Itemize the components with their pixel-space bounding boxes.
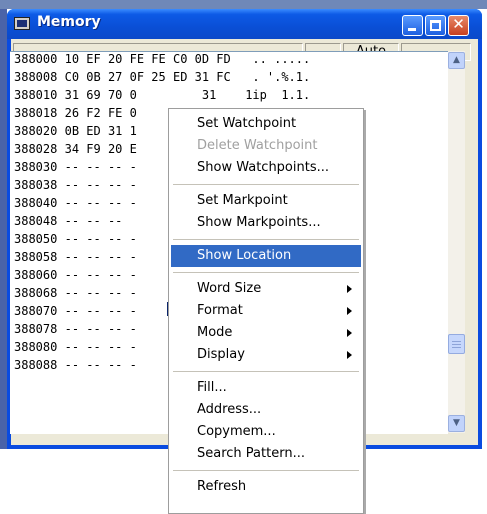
- memory-row-data: C0 0B 27 0F 25 ED 31 FC . '.%.1.: [64, 70, 311, 84]
- memory-row-data: 10 EF 20 FE FE C0 0D FD .. .....: [64, 52, 311, 66]
- title-bar[interactable]: Memory ✕: [7, 9, 482, 39]
- minimize-button[interactable]: [402, 15, 423, 36]
- maximize-button[interactable]: [425, 15, 446, 36]
- menu-item-delete-watchpoint[interactable]: Delete Watchpoint: [171, 135, 361, 157]
- memory-row-address: 388028: [14, 142, 58, 156]
- memory-row-address: 388020: [14, 124, 58, 138]
- thumb-grip-icon: [452, 341, 461, 342]
- scroll-up-button[interactable]: ▲: [448, 52, 465, 69]
- memory-row-address: 388078: [14, 322, 58, 336]
- menu-separator: [173, 470, 359, 471]
- close-icon: ✕: [452, 15, 465, 33]
- scroll-up-icon: ▲: [453, 55, 460, 65]
- memory-row-address: 388018: [14, 106, 58, 120]
- menu-item-fill[interactable]: Fill...: [171, 377, 361, 399]
- menu-item-set-watchpoint[interactable]: Set Watchpoint: [171, 113, 361, 135]
- menu-item-address[interactable]: Address...: [171, 399, 361, 421]
- maximize-icon: [430, 20, 441, 31]
- submenu-arrow-icon: [347, 344, 355, 366]
- menu-item-mode[interactable]: Mode: [171, 322, 361, 344]
- menu-item-label: Address...: [197, 402, 262, 417]
- menu-item-label: Set Watchpoint: [197, 116, 297, 131]
- menu-item-show-watchpoints[interactable]: Show Watchpoints...: [171, 157, 361, 179]
- memory-row-data: 31 69 70 0 31 1ip 1.1.: [64, 88, 311, 102]
- memory-row-address: 388038: [14, 178, 58, 192]
- memory-row-address: 388050: [14, 232, 58, 246]
- submenu-arrow-icon: [347, 322, 355, 344]
- menu-separator: [173, 239, 359, 240]
- memory-row-address: 388070: [14, 304, 58, 318]
- memory-row-address: 388068: [14, 286, 58, 300]
- menu-item-refresh[interactable]: Refresh: [171, 476, 361, 498]
- menu-item-label: Fill...: [197, 380, 227, 395]
- menu-item-format[interactable]: Format: [171, 300, 361, 322]
- scroll-thumb[interactable]: [448, 334, 465, 354]
- memory-row-address: 388030: [14, 160, 58, 174]
- menu-item-label: Refresh: [197, 479, 247, 494]
- menu-item-label: Show Watchpoints...: [197, 160, 330, 175]
- menu-item-label: Show Markpoints...: [197, 215, 321, 230]
- memory-row-address: 388058: [14, 250, 58, 264]
- context-menu: Set Watchpoint Delete Watchpoint Show Watc…: [168, 108, 364, 514]
- memory-row-address: 388040: [14, 196, 58, 210]
- menu-item-label: Search Pattern...: [197, 446, 305, 461]
- menu-item-copymem[interactable]: Copymem...: [171, 421, 361, 443]
- menu-item-label: Mode: [197, 325, 233, 340]
- memory-row-address: 388010: [14, 88, 58, 102]
- menu-item-label: Show Location: [197, 248, 292, 263]
- close-button[interactable]: ✕: [448, 15, 469, 36]
- memory-window-icon[interactable]: [14, 17, 30, 30]
- menu-separator: [173, 184, 359, 185]
- thumb-grip-icon: [452, 347, 461, 348]
- memory-row[interactable]: 388010 31 69 70 0 31 1ip 1.1.: [14, 88, 310, 106]
- desktop-edge: [0, 9, 7, 449]
- memory-row[interactable]: 388000 10 EF 20 FE FE C0 0D FD .. .....: [14, 52, 310, 70]
- menu-item-label: Word Size: [197, 281, 262, 296]
- menu-item-label: Delete Watchpoint: [197, 138, 318, 153]
- memory-row[interactable]: 388008 C0 0B 27 0F 25 ED 31 FC . '.%.1.: [14, 70, 310, 88]
- memory-row-address: 388048: [14, 214, 58, 228]
- menu-item-search-pattern[interactable]: Search Pattern...: [171, 443, 361, 465]
- submenu-arrow-icon: [347, 300, 355, 322]
- submenu-arrow-icon: [347, 278, 355, 300]
- thumb-grip-icon: [452, 344, 461, 345]
- menu-separator: [173, 371, 359, 372]
- vertical-scrollbar[interactable]: ▲ ▼: [448, 51, 465, 433]
- menu-item-show-markpoints[interactable]: Show Markpoints...: [171, 212, 361, 234]
- desktop-background: [0, 0, 487, 9]
- menu-item-label: Copymem...: [197, 424, 276, 439]
- menu-item-word-size[interactable]: Word Size: [171, 278, 361, 300]
- minimize-icon: [408, 28, 416, 31]
- scroll-down-icon: ▼: [453, 418, 460, 428]
- menu-item-label: Format: [197, 303, 243, 318]
- window-title: Memory: [37, 14, 101, 30]
- memory-row-address: 388008: [14, 70, 58, 84]
- memory-row-address: 388060: [14, 268, 58, 282]
- menu-item-set-markpoint[interactable]: Set Markpoint: [171, 190, 361, 212]
- scroll-down-button[interactable]: ▼: [448, 415, 465, 432]
- menu-item-show-location[interactable]: Show Location: [171, 245, 361, 267]
- memory-row-address: 388080: [14, 340, 58, 354]
- menu-item-label: Display: [197, 347, 245, 362]
- memory-row-address: 388088: [14, 358, 58, 372]
- menu-separator: [173, 272, 359, 273]
- memory-row-address: 388000: [14, 52, 58, 66]
- menu-item-label: Set Markpoint: [197, 193, 288, 208]
- menu-item-display[interactable]: Display: [171, 344, 361, 366]
